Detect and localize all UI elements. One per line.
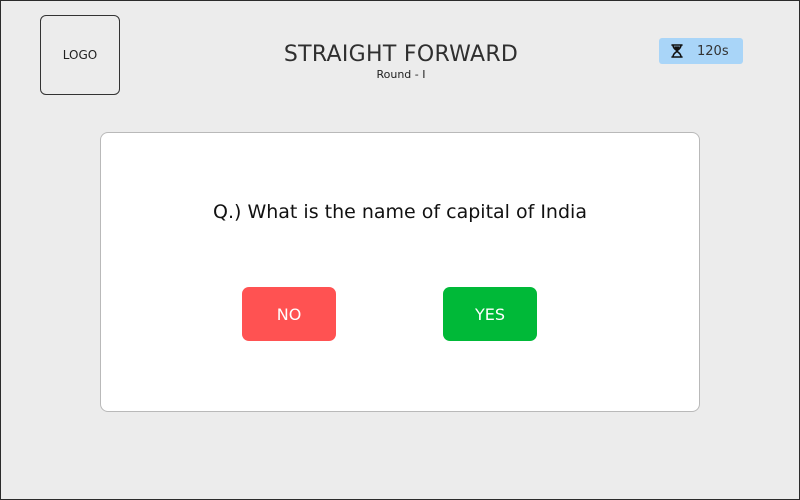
page-title: STRAIGHT FORWARD [283,42,519,67]
yes-button[interactable]: YES [443,287,537,341]
timer-badge: 120s [659,38,743,64]
no-button[interactable]: NO [242,287,336,341]
hourglass-icon [671,44,683,58]
timer-value: 120s [697,43,729,59]
question-text: Q.) What is the name of capital of India [213,201,587,223]
quiz-screen: LOGO STRAIGHT FORWARD Round - I 120s Q.)… [0,0,800,500]
round-label: Round - I [376,68,426,81]
logo: LOGO [40,15,120,95]
question-card: Q.) What is the name of capital of India… [100,132,700,412]
logo-text: LOGO [62,48,98,62]
title-group: STRAIGHT FORWARD Round - I [201,41,601,81]
